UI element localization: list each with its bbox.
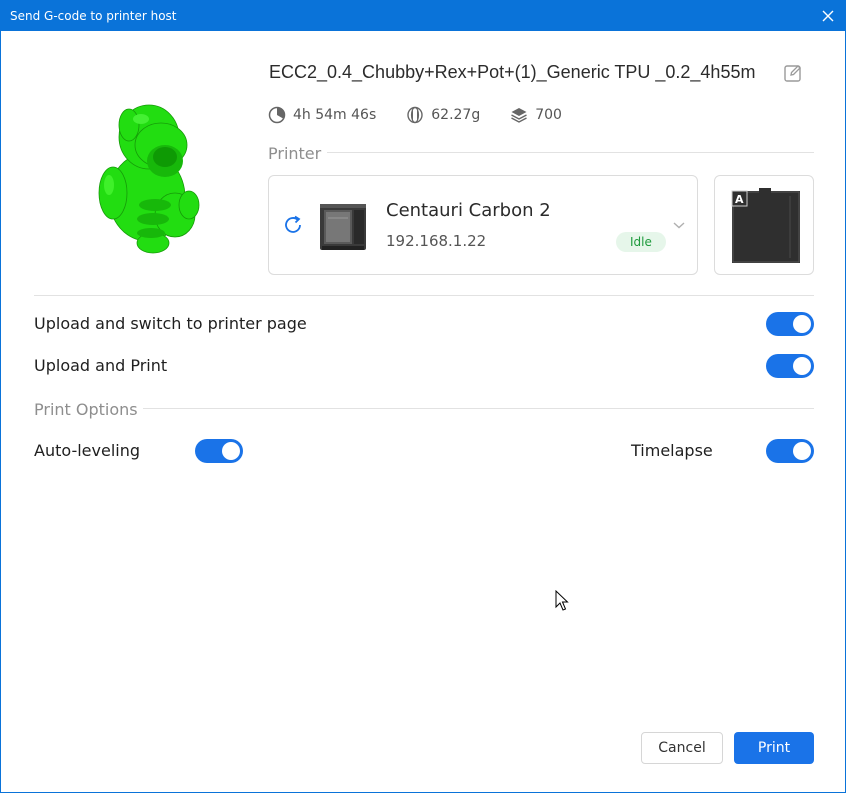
auto-leveling-toggle[interactable] [195,439,243,463]
weight-stat: 62.27g [406,106,480,124]
plate-badge: A [735,193,744,206]
layers-icon [511,108,528,123]
close-icon [822,10,834,22]
layers-stat: 700 [510,106,562,124]
weight-value: 62.27g [431,107,481,123]
print-options-label: Print Options [34,400,138,419]
status-badge: Idle [616,232,666,252]
toggle-knob [793,442,811,460]
print-time-value: 4h 54m 46s [293,107,377,123]
clock-pie-icon [268,106,286,124]
edit-icon [784,65,801,82]
section-divider [34,295,814,296]
model-thumbnail [98,104,200,254]
cancel-button[interactable]: Cancel [641,732,723,764]
toggle-knob [793,357,811,375]
upload-switch-toggle[interactable] [766,312,814,336]
printer-name: Centauri Carbon 2 [386,200,551,221]
file-name: ECC2_0.4_Chubby+Rex+Pot+(1)_Generic TPU … [269,62,756,82]
printer-section-divider [327,152,814,153]
printer-section-label: Printer [268,144,322,163]
timelapse-label: Timelapse [631,441,713,460]
timelapse-toggle[interactable] [766,439,814,463]
auto-leveling-label: Auto-leveling [34,441,141,460]
edit-filename-button[interactable] [781,61,805,85]
plate-image [731,188,800,263]
upload-print-label: Upload and Print [34,356,168,375]
refresh-icon [285,215,301,233]
dialog-window: Send G-code to printer host ECC2_0.4_Chu… [0,0,846,793]
chevron-down-icon [673,222,685,229]
mouse-cursor-icon [555,590,569,611]
title-bar: Send G-code to printer host [1,1,845,31]
printer-selector[interactable]: Centauri Carbon 2 192.168.1.22 Idle [268,175,698,275]
upload-print-toggle[interactable] [766,354,814,378]
window-title: Send G-code to printer host [10,9,177,23]
print-button[interactable]: Print [734,732,814,764]
print-time-stat: 4h 54m 46s [268,106,376,124]
print-options-divider [143,408,814,409]
layers-value: 700 [535,107,562,123]
plate-preview[interactable]: A [714,175,814,275]
toggle-knob [222,442,240,460]
close-button[interactable] [817,5,839,27]
printer-ip: 192.168.1.22 [386,232,487,250]
upload-switch-label: Upload and switch to printer page [34,314,307,333]
filament-spool-icon [407,106,423,124]
printer-image [320,204,366,250]
toggle-knob [793,315,811,333]
refresh-button[interactable] [282,214,304,241]
print-stats: 4h 54m 46s 62.27g 700 [268,105,592,125]
